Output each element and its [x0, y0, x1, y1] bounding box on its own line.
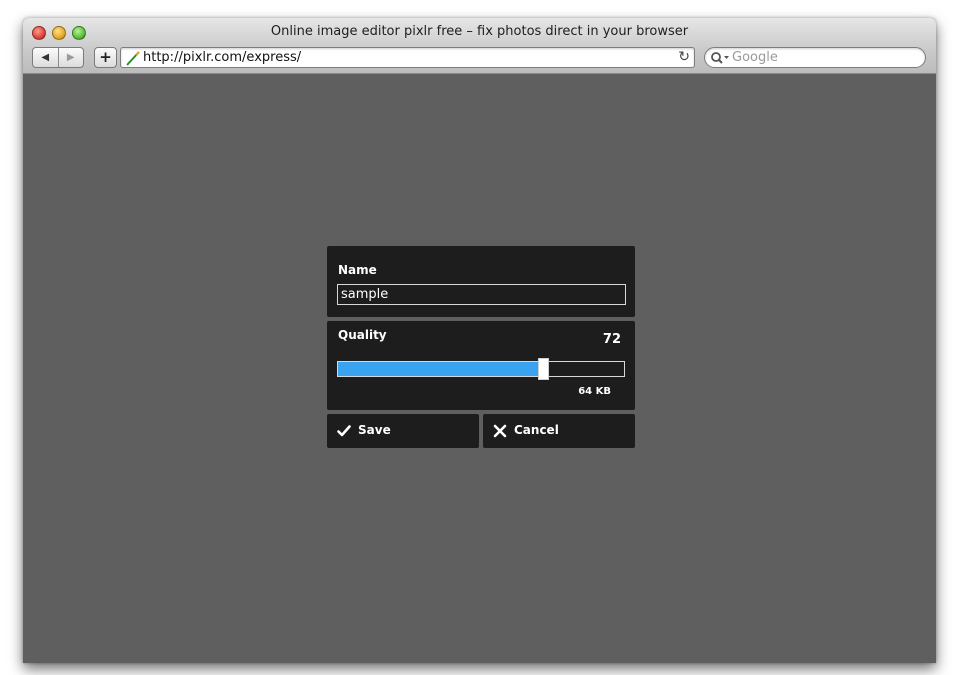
browser-toolbar: Online image editor pixlr free – fix pho… — [23, 18, 936, 74]
quality-panel: Quality 72 64 KB — [327, 321, 635, 410]
search-placeholder: Google — [732, 50, 778, 65]
forward-arrow-icon[interactable]: ▶ — [57, 48, 84, 67]
quality-slider[interactable] — [337, 358, 625, 380]
address-bar[interactable]: http://pixlr.com/express/ ↻ — [120, 47, 695, 68]
back-arrow-icon[interactable]: ◀ — [33, 48, 58, 67]
window-title: Online image editor pixlr free – fix pho… — [270, 24, 689, 39]
checkmark-icon — [337, 425, 351, 437]
nav-buttons: ◀ ▶ — [32, 47, 84, 68]
favicon-icon — [126, 51, 140, 66]
search-icon[interactable] — [710, 51, 730, 65]
save-button[interactable]: Save — [327, 414, 479, 448]
cancel-label: Cancel — [514, 423, 559, 437]
file-size: 64 KB — [578, 386, 611, 397]
name-panel: Name — [327, 246, 635, 317]
cancel-button[interactable]: Cancel — [483, 414, 635, 448]
name-label: Name — [338, 263, 377, 277]
x-icon — [493, 424, 507, 438]
search-input[interactable]: Google — [704, 47, 926, 68]
quality-value: 72 — [602, 332, 621, 347]
slider-handle[interactable] — [537, 358, 549, 380]
url-text[interactable]: http://pixlr.com/express/ — [143, 50, 301, 65]
quality-label: Quality — [338, 328, 387, 342]
reload-icon[interactable]: ↻ — [678, 49, 690, 65]
name-field[interactable] — [337, 284, 626, 305]
slider-fill — [338, 362, 544, 376]
add-icon[interactable]: + — [94, 47, 117, 68]
save-label: Save — [358, 423, 391, 437]
